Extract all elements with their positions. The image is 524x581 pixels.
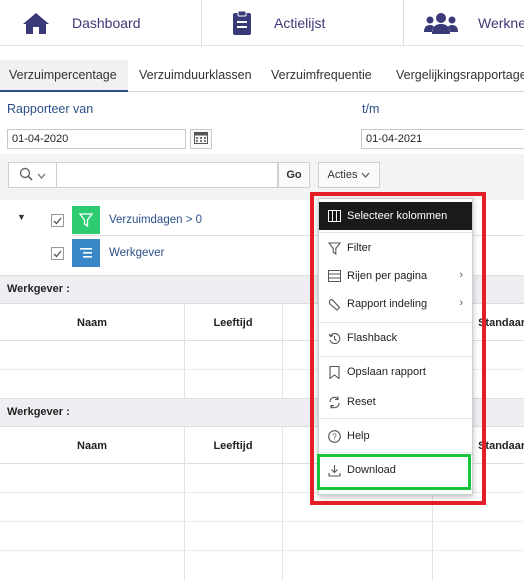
column-header-leeftijd[interactable]: Leeftijd — [184, 427, 282, 464]
nav-dashboard[interactable]: Dashboard — [22, 0, 141, 46]
nav-actielijst-label: Actielijst — [274, 15, 326, 31]
users-icon — [424, 9, 458, 37]
chevron-down-icon — [361, 169, 370, 181]
acties-label: Acties — [327, 169, 358, 181]
search-input[interactable] — [56, 162, 278, 188]
search-icon — [19, 167, 33, 184]
nav-actielijst[interactable]: Actielijst — [228, 0, 325, 46]
top-navigation: Dashboard Actielijst Werkne — [0, 0, 524, 46]
calendar-icon — [194, 131, 208, 147]
from-date-input[interactable]: 01-04-2020 — [7, 129, 186, 149]
tab-verzuimpercentage[interactable]: Verzuimpercentage — [0, 60, 128, 92]
tab-verzuimfrequentie[interactable]: Verzuimfrequentie — [262, 60, 381, 92]
filter-checkbox[interactable] — [51, 214, 64, 227]
home-icon — [22, 9, 50, 37]
report-tabs: Verzuimpercentage Verzuimduurklassen Ver… — [0, 60, 524, 92]
tab-vergelijkingsrapportage[interactable]: Vergelijkingsrapportage — [387, 60, 524, 92]
column-header-leeftijd[interactable]: Leeftijd — [184, 304, 282, 341]
column-header-naam[interactable]: Naam — [0, 427, 184, 464]
row-divider — [0, 550, 524, 551]
from-date-label: Rapporteer van — [7, 102, 94, 116]
nav-divider — [403, 0, 404, 46]
column-divider — [282, 303, 283, 398]
group-by-checkbox[interactable] — [51, 247, 64, 260]
filter-icon — [72, 206, 100, 234]
to-date-label: t/m — [362, 102, 380, 116]
to-date-input[interactable]: 01-04-2021 — [361, 129, 524, 149]
column-divider — [184, 303, 185, 398]
row-divider — [0, 521, 524, 522]
nav-werknemers-label: Werkne — [478, 15, 524, 31]
column-header-naam[interactable]: Naam — [0, 304, 184, 341]
group-by-icon — [72, 239, 100, 267]
column-divider — [184, 426, 185, 581]
chevron-down-icon — [37, 168, 46, 182]
group-by-label[interactable]: Werkgever — [109, 247, 164, 259]
tab-verzuimduurklassen[interactable]: Verzuimduurklassen — [130, 60, 261, 92]
nav-divider — [201, 0, 202, 46]
collapse-toggle-icon[interactable]: ▼ — [17, 212, 26, 222]
search-options-button[interactable] — [8, 162, 56, 188]
highlight-box-green — [317, 454, 471, 490]
column-divider — [282, 426, 283, 581]
calendar-button[interactable] — [190, 129, 212, 149]
acties-button[interactable]: Acties — [318, 162, 380, 188]
nav-dashboard-label: Dashboard — [72, 15, 141, 31]
clipboard-icon — [228, 9, 256, 37]
go-button[interactable]: Go — [278, 162, 310, 188]
filter-label[interactable]: Verzuimdagen > 0 — [109, 214, 202, 226]
nav-werknemers[interactable]: Werkne — [424, 0, 524, 46]
